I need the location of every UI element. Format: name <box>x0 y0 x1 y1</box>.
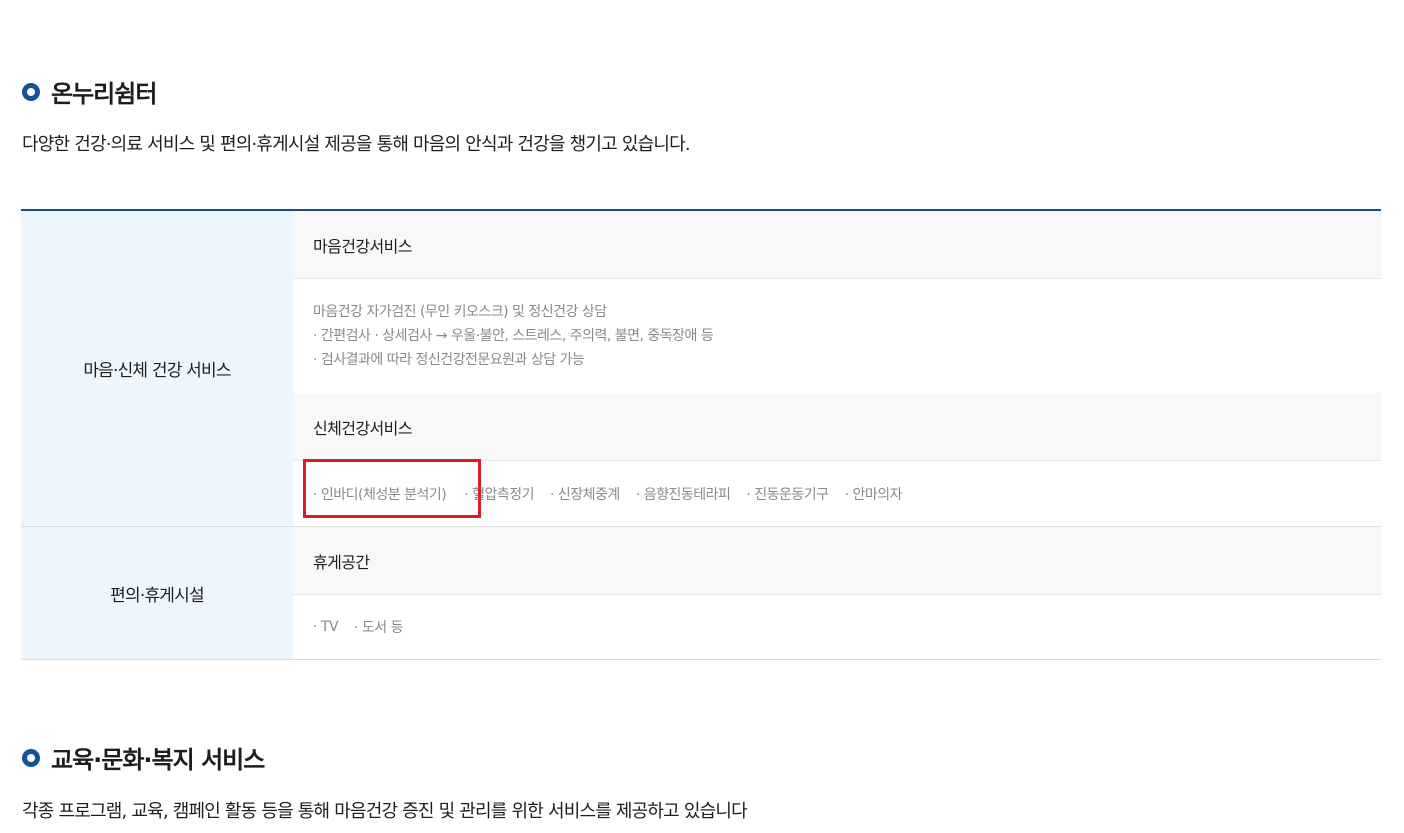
service-table: 마음·신체 건강 서비스 마음건강서비스 마음건강 자가검진 (무인 키오스크)… <box>21 209 1381 660</box>
content-line: 마음건강 자가검진 (무인 키오스크) 및 정신건강 상담 <box>313 304 607 320</box>
section-title-education: 교육·문화·복지 서비스 <box>22 740 265 775</box>
highlight-box <box>303 459 481 518</box>
sub-content-rest: · TV · 도서 등 <box>293 595 1381 659</box>
sub-title-rest: 휴게공간 <box>293 527 1381 595</box>
group-head: 마음·신체 건강 서비스 <box>21 211 293 526</box>
group-head: 편의·휴게시설 <box>21 527 293 659</box>
list-item: · TV <box>313 619 339 635</box>
section-description: 각종 프로그램, 교육, 캠페인 활동 등을 통해 마음건강 증진 및 관리를 … <box>22 801 748 822</box>
sub-title-physical: 신체건강서비스 <box>293 393 1381 461</box>
bullet-circle-icon <box>22 82 40 101</box>
table-group-facilities: 편의·휴게시설 휴게공간 · TV · 도서 등 <box>21 527 1381 660</box>
sub-title-mental: 마음건강서비스 <box>293 211 1381 279</box>
section-description: 다양한 건강·의료 서비스 및 편의·휴게시설 제공을 통해 마음의 안식과 건… <box>22 134 691 155</box>
group-body: 휴게공간 · TV · 도서 등 <box>293 527 1381 659</box>
list-item: · 안마의자 <box>844 486 903 503</box>
section-title-shelter: 온누리쉼터 <box>22 74 157 109</box>
page: 온누리쉼터 다양한 건강·의료 서비스 및 편의·휴게시설 제공을 통해 마음의… <box>0 0 1404 833</box>
list-item: · 음향진동테라피 <box>635 486 731 503</box>
list-item: · 신장체중계 <box>550 486 620 503</box>
table-group-health: 마음·신체 건강 서비스 마음건강서비스 마음건강 자가검진 (무인 키오스크)… <box>21 211 1381 527</box>
content-line: · 간편검사 · 상세검사 → 우울·불안, 스트레스, 주의력, 불면, 중독… <box>313 328 714 344</box>
section-title-text: 온누리쉼터 <box>51 80 157 108</box>
list-item: · 진동운동기구 <box>746 486 829 503</box>
bullet-circle-icon <box>22 748 40 767</box>
facility-list: · TV · 도서 등 <box>313 595 1381 659</box>
section-title-text: 교육·문화·복지 서비스 <box>51 746 265 774</box>
content-line: · 검사결과에 따라 정신건강전문요원과 상담 가능 <box>313 352 585 368</box>
list-item: · 도서 등 <box>354 620 404 636</box>
sub-content-mental: 마음건강 자가검진 (무인 키오스크) 및 정신건강 상담 · 간편검사 · 상… <box>293 279 1381 393</box>
